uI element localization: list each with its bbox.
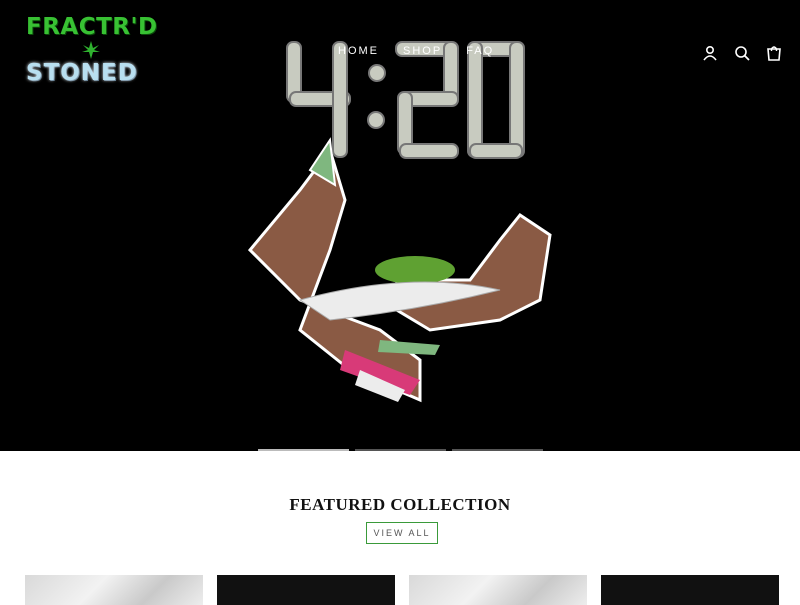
nav-faq[interactable]: FAQ [466,45,494,57]
cannabis-leaf-icon [82,41,100,59]
header-icons [702,45,782,61]
product-grid [25,575,779,605]
hands-rolling-art [247,137,552,403]
nav-home[interactable]: HOME [338,45,379,57]
hero-banner[interactable]: FRACTR'D STONED HOME SHOP FAQ [0,0,800,451]
view-all-button[interactable]: VIEW ALL [366,522,438,544]
main-nav: HOME SHOP FAQ [338,45,518,57]
product-card[interactable] [25,575,203,605]
cart-icon[interactable] [766,45,782,61]
account-icon[interactable] [702,45,718,61]
logo-text-top: FRACTR'D [26,14,158,40]
logo-text-bottom: STONED [26,60,138,86]
product-card[interactable] [217,575,395,605]
product-card[interactable] [409,575,587,605]
brand-logo[interactable]: FRACTR'D STONED [22,14,157,94]
search-icon[interactable] [734,45,750,61]
featured-collection: FEATURED COLLECTION VIEW ALL [0,451,800,605]
clock-420-art [286,41,525,159]
nav-shop[interactable]: SHOP [403,45,442,57]
featured-title: FEATURED COLLECTION [289,495,511,514]
product-card[interactable] [601,575,779,605]
